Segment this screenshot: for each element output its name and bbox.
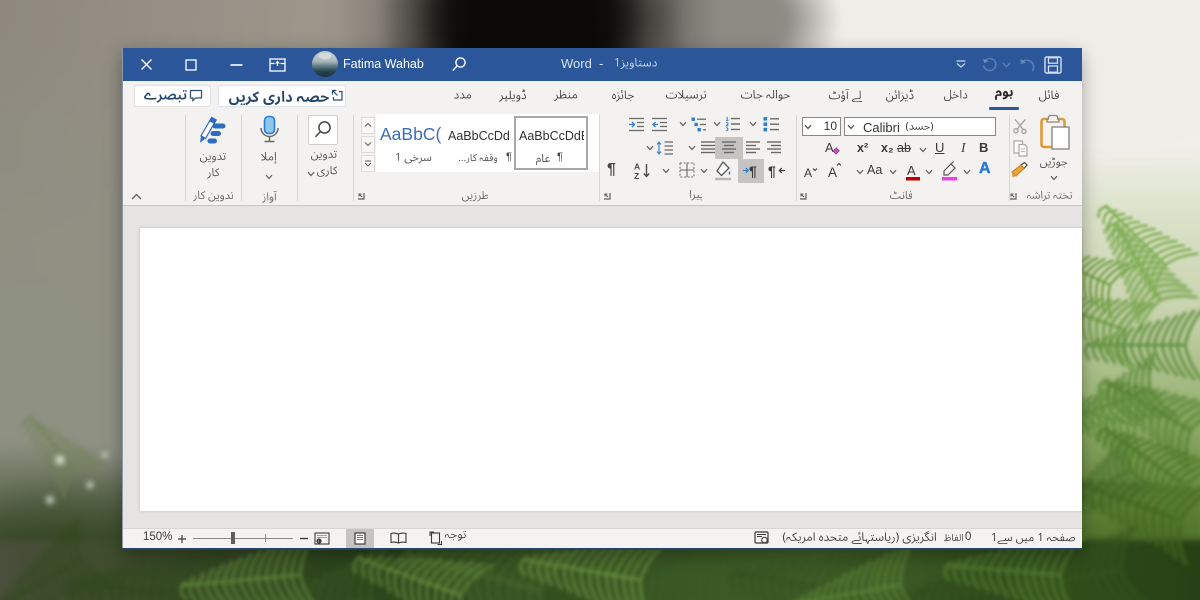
- svg-text:A: A: [825, 140, 834, 155]
- svg-text:¶: ¶: [749, 163, 757, 178]
- svg-text:i: i: [318, 539, 319, 544]
- svg-text:¶: ¶: [768, 163, 776, 178]
- svg-text:A: A: [804, 166, 812, 179]
- svg-text:Z: Z: [634, 171, 639, 180]
- svg-text:A: A: [907, 163, 916, 178]
- svg-text:A: A: [828, 165, 837, 179]
